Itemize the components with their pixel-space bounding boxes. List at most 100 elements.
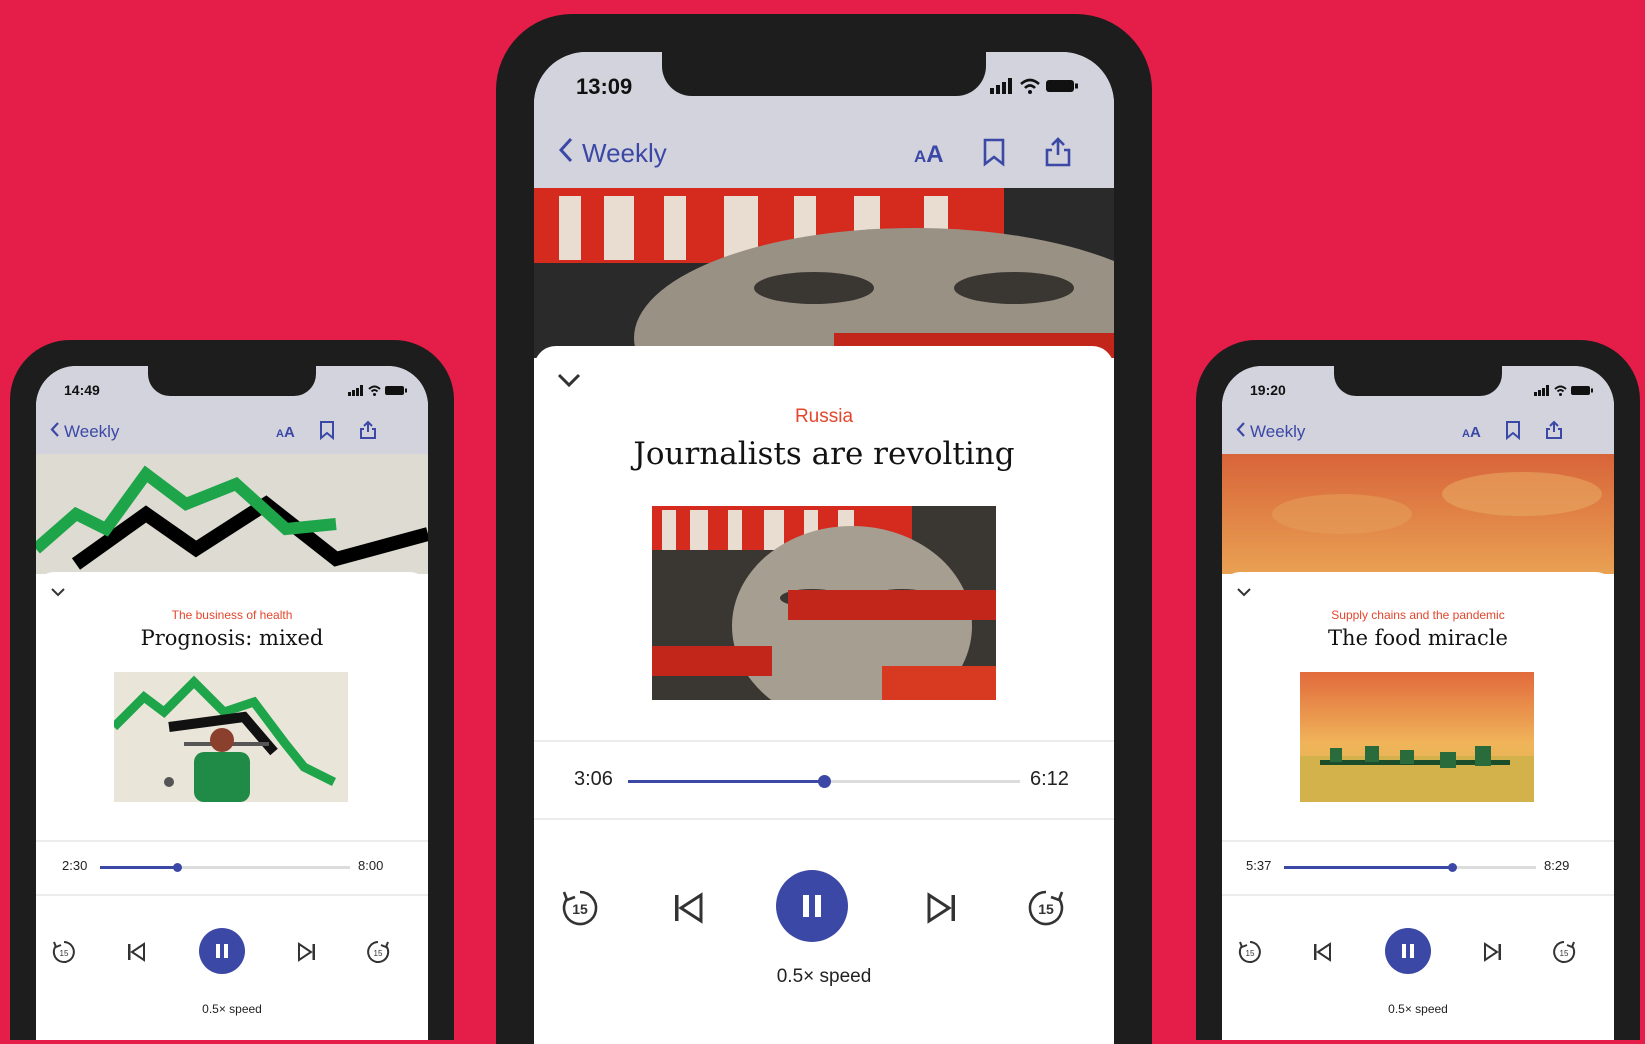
- nav-bar: Weekly AA: [534, 116, 1114, 188]
- skip-back-icon: [1314, 942, 1331, 962]
- skip-forward-icon: [1484, 942, 1501, 962]
- bookmark-icon[interactable]: [319, 420, 335, 445]
- nav-actions: AA: [276, 420, 377, 445]
- article-title: Prognosis: mixed: [140, 626, 324, 650]
- pause-icon: [803, 895, 821, 917]
- battery-icon: [1046, 78, 1078, 99]
- divider: [36, 894, 428, 896]
- next-track-button[interactable]: [918, 884, 966, 932]
- forward-15-icon: 15: [367, 941, 390, 963]
- playback-speed[interactable]: 0.5× speed: [1222, 1002, 1614, 1016]
- progress-fill: [1284, 866, 1453, 869]
- svg-text:15: 15: [1246, 949, 1255, 958]
- article-rubric: Russia: [794, 406, 854, 427]
- nav-bar: Weekly AA: [36, 408, 428, 454]
- progress-fill: [628, 780, 824, 783]
- playback-speed[interactable]: 0.5× speed: [534, 966, 1114, 988]
- back-button[interactable]: Weekly: [1236, 421, 1305, 443]
- signal-icon: [348, 383, 364, 401]
- next-track-button[interactable]: [1477, 936, 1509, 968]
- elapsed-time: 2:30: [62, 858, 88, 873]
- article-artwork: [1300, 672, 1534, 802]
- collapse-chevron-icon[interactable]: [556, 372, 582, 393]
- share-icon[interactable]: [1044, 136, 1072, 173]
- progress-knob[interactable]: [817, 775, 831, 788]
- status-time: 13:09: [576, 74, 633, 99]
- nav-actions: AA: [914, 136, 1072, 173]
- text-size-icon[interactable]: AA: [1462, 424, 1481, 441]
- forward-15-button[interactable]: 15: [1022, 884, 1070, 932]
- rewind-15-icon: 15: [52, 941, 75, 963]
- back-label: Weekly: [64, 422, 120, 441]
- pause-icon: [1402, 944, 1414, 958]
- hero-illustration: [534, 188, 1114, 358]
- pause-button[interactable]: [776, 870, 848, 942]
- phone-right: 19:20 Weekly AA Supply chains and the pa…: [1196, 340, 1640, 1040]
- forward-15-icon: 15: [1553, 941, 1576, 963]
- playback-speed[interactable]: 0.5× speed: [36, 1002, 428, 1016]
- back-button[interactable]: Weekly: [50, 421, 119, 443]
- previous-track-button[interactable]: [1306, 936, 1338, 968]
- article-hero-image: [36, 454, 428, 574]
- svg-text:15: 15: [60, 949, 69, 958]
- back-button[interactable]: Weekly: [558, 136, 667, 171]
- chevron-left-icon: [50, 421, 60, 443]
- forward-15-button[interactable]: 15: [1548, 936, 1580, 968]
- rewind-15-icon: 15: [562, 890, 598, 926]
- pause-button[interactable]: [199, 928, 245, 974]
- forward-15-button[interactable]: 15: [362, 936, 394, 968]
- collapse-chevron-icon[interactable]: [1236, 584, 1252, 602]
- text-size-icon[interactable]: AA: [276, 424, 295, 441]
- progress-knob[interactable]: [173, 863, 182, 872]
- progress-track[interactable]: [100, 863, 350, 872]
- skip-back-icon: [128, 942, 145, 962]
- hero-illustration: [1222, 454, 1614, 574]
- notch: [1334, 366, 1502, 396]
- svg-text:15: 15: [374, 949, 383, 958]
- hero-illustration: [36, 454, 428, 574]
- collapse-chevron-icon[interactable]: [50, 584, 66, 602]
- nav-actions: AA: [1462, 420, 1563, 445]
- elapsed-time: 3:06: [574, 768, 613, 790]
- progress-knob[interactable]: [1448, 863, 1458, 872]
- divider: [534, 818, 1114, 820]
- battery-icon: [385, 383, 407, 401]
- svg-text:15: 15: [1560, 949, 1569, 958]
- rewind-15-button[interactable]: 15: [556, 884, 604, 932]
- skip-forward-icon: [927, 892, 955, 924]
- share-icon[interactable]: [1545, 420, 1563, 445]
- pause-button[interactable]: [1385, 928, 1431, 974]
- article-title: Journalists are revolting: [633, 436, 1015, 472]
- back-label: Weekly: [1250, 422, 1306, 441]
- share-icon[interactable]: [359, 420, 377, 445]
- divider: [534, 740, 1114, 742]
- bookmark-icon[interactable]: [982, 137, 1006, 172]
- divider: [1222, 840, 1614, 842]
- bookmark-icon[interactable]: [1505, 420, 1521, 445]
- progress-track[interactable]: [1284, 863, 1536, 872]
- article-title: The food miracle: [1328, 626, 1508, 650]
- rewind-15-button[interactable]: 15: [48, 936, 80, 968]
- divider: [36, 840, 428, 842]
- forward-15-icon: 15: [1028, 890, 1064, 926]
- back-label: Weekly: [582, 138, 667, 168]
- battery-icon: [1571, 383, 1593, 401]
- signal-icon: [990, 78, 1014, 99]
- wifi-icon: [368, 383, 381, 401]
- text-size-icon[interactable]: AA: [914, 141, 944, 169]
- chevron-left-icon: [558, 136, 574, 171]
- rewind-15-button[interactable]: 15: [1234, 936, 1266, 968]
- skip-back-icon: [675, 892, 703, 924]
- progress-track[interactable]: [628, 775, 1020, 788]
- nav-bar: Weekly AA: [1222, 408, 1614, 454]
- phone-right-screen: 19:20 Weekly AA Supply chains and the pa…: [1222, 366, 1614, 1040]
- article-hero-image: [534, 188, 1114, 358]
- next-track-button[interactable]: [291, 936, 323, 968]
- previous-track-button[interactable]: [664, 884, 712, 932]
- rewind-15-icon: 15: [1238, 941, 1261, 963]
- article-rubric: Supply chains and the pandemic: [1331, 608, 1505, 622]
- system-status-icons: [348, 383, 407, 401]
- previous-track-button[interactable]: [120, 936, 152, 968]
- article-rubric: The business of health: [171, 608, 293, 622]
- wifi-icon: [1020, 78, 1040, 99]
